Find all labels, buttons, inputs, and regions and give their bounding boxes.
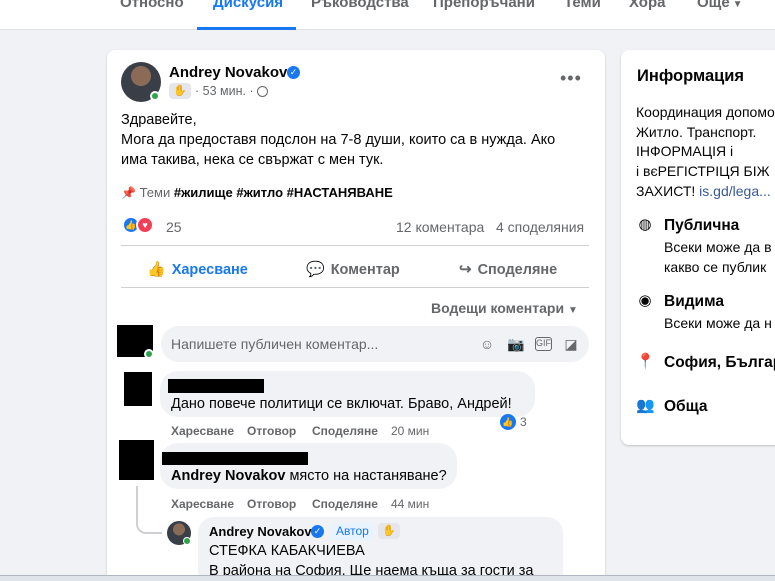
info-desc-end: ЗАХИСТ! <box>636 183 696 199</box>
comment-input-placeholder: Напишете публичен коментар... <box>171 336 379 352</box>
online-status-dot <box>144 349 154 359</box>
reply-mention[interactable]: СТЕФКА КАБАКЧИЕВА <box>209 543 365 559</box>
hand-badge-icon: ✋ <box>378 523 400 539</box>
visibility-desc-line: Всеки може да н <box>664 315 772 331</box>
comment-text-body: място на настаняване? <box>285 468 447 484</box>
thumbs-up-icon: 👍 <box>147 261 166 278</box>
group-tab-bar: Относно Дискусия Ръководства Препоръчани… <box>0 0 775 30</box>
comment-time[interactable]: 44 мин <box>391 497 429 511</box>
comment-like-link[interactable]: Харесване <box>171 424 234 438</box>
share-button-label: Споделяне <box>477 262 558 278</box>
online-status-dot <box>150 91 160 101</box>
comment-reaction-count[interactable]: 3 <box>520 415 527 429</box>
group-type-icon: 👥 <box>636 397 655 414</box>
privacy-title: Публична <box>664 217 740 234</box>
active-tab-indicator <box>197 27 296 30</box>
info-desc-line: і вєРЕГІСТРІЦЯ БІЖ <box>636 163 770 179</box>
visibility-title: Видима <box>664 293 724 310</box>
commenter-avatar-redacted[interactable] <box>124 372 152 406</box>
info-title: Информация <box>637 67 745 85</box>
divider <box>121 245 589 246</box>
topics-label: Теми <box>139 185 171 200</box>
hand-badge-icon: ✋ <box>169 83 191 99</box>
topic-tag[interactable]: #житло <box>236 185 283 200</box>
pin-icon: 📌 <box>121 186 136 200</box>
tab-guides[interactable]: Ръководства <box>311 0 409 11</box>
post-time[interactable]: 53 мин. <box>203 84 246 98</box>
privacy-desc-line: Всеки може да в <box>664 239 772 255</box>
tab-topics[interactable]: Теми <box>564 0 601 11</box>
like-button-label: Харесване <box>171 262 248 278</box>
love-reaction-icon: ♥ <box>136 216 154 234</box>
more-options-icon[interactable]: ••• <box>560 68 582 89</box>
comment-icon: 💬 <box>306 261 325 278</box>
post-meta: · 53 мин. · <box>195 84 254 98</box>
online-status-dot <box>183 537 191 545</box>
like-reaction-icon: 👍 <box>500 414 516 430</box>
globe-icon <box>257 86 268 97</box>
reaction-count[interactable]: 25 <box>166 219 182 235</box>
comment-sort-dropdown[interactable]: Водещи коментари ▼ <box>431 300 578 316</box>
comments-count[interactable]: 12 коментара <box>396 219 484 235</box>
emoji-icon[interactable]: ☺ <box>479 336 495 352</box>
comment-mention[interactable]: Andrey Novakov <box>171 468 285 484</box>
gif-icon[interactable]: GIF <box>535 337 552 351</box>
privacy-desc-line: какво се публик <box>664 259 767 275</box>
info-desc-line: Житло. Транспорт. <box>636 124 757 140</box>
tab-more[interactable]: Още ▼ <box>697 0 743 11</box>
tab-about[interactable]: Относно <box>120 0 184 11</box>
shares-count[interactable]: 4 споделяния <box>496 219 584 235</box>
tab-featured[interactable]: Препоръчани <box>433 0 535 11</box>
verified-badge-icon: ✓ <box>287 66 300 79</box>
globe-icon: ◍ <box>638 216 652 233</box>
location-pin-icon: 📍 <box>636 353 655 370</box>
post-text-line-2: Мога да предоставя подслон на 7-8 души, … <box>121 132 556 148</box>
comment-button-label: Коментар <box>330 262 400 278</box>
chevron-down-icon: ▼ <box>732 0 743 10</box>
camera-icon[interactable]: 📷 <box>507 336 524 352</box>
comment-share-link[interactable]: Споделяне <box>312 497 378 511</box>
info-desc-line: ЗАХИСТ! is.gd/lega... <box>636 183 771 199</box>
tab-people[interactable]: Хора <box>629 0 665 11</box>
divider <box>121 287 589 288</box>
comment-like-link[interactable]: Харесване <box>171 497 234 511</box>
comment-reply-link[interactable]: Отговор <box>247 424 296 438</box>
location-title[interactable]: София, Българ <box>664 354 775 372</box>
taskbar-edge <box>0 575 775 581</box>
comment-time[interactable]: 20 мин <box>391 424 429 438</box>
tab-discussion[interactable]: Дискусия <box>213 0 283 11</box>
commenter-name-redacted[interactable] <box>168 379 264 393</box>
reply-author-name[interactable]: Andrey Novakov <box>209 524 312 539</box>
post-text-line-3: има такива, нека се свържат с мен тук. <box>121 152 384 168</box>
caret-down-icon: ▼ <box>567 305 578 316</box>
comment-button[interactable]: 💬 Коментар <box>306 260 400 278</box>
share-icon: ↪ <box>459 261 472 278</box>
info-desc-line: ІНФОРМАЦІЯ і <box>636 143 734 159</box>
sort-label: Водещи коментари <box>431 300 565 316</box>
comment-text: Дано повече политици се включат. Браво, … <box>171 396 512 412</box>
post-text-line-1: Здравейте, <box>121 112 197 128</box>
verified-badge-icon: ✓ <box>311 525 324 538</box>
post-topics: 📌 Теми #жилище #житло #НАСТАНЯВАНЕ <box>121 185 393 200</box>
comment-share-link[interactable]: Споделяне <box>312 424 378 438</box>
commenter-avatar-redacted[interactable] <box>119 440 154 480</box>
sticker-icon[interactable]: ◪ <box>563 336 579 352</box>
reply-thread-line <box>136 486 162 534</box>
comment-reply-link[interactable]: Отговор <box>247 497 296 511</box>
commenter-name-redacted[interactable] <box>162 452 308 465</box>
post-author-name[interactable]: Andrey Novakov <box>169 64 287 81</box>
eye-icon: ◉ <box>638 292 652 309</box>
comment-text: Andrey Novakov място на настаняване? <box>171 468 447 484</box>
info-desc-line: Координация допомо <box>636 104 775 120</box>
share-button[interactable]: ↪ Споделяне <box>459 260 557 278</box>
author-badge: Автор <box>331 523 374 540</box>
group-type-title: Обща <box>664 398 708 415</box>
topic-tag[interactable]: #жилище <box>174 185 233 200</box>
like-button[interactable]: 👍 Харесване <box>147 260 248 278</box>
tab-more-label: Още <box>697 0 730 11</box>
info-link[interactable]: is.gd/lega... <box>699 183 771 199</box>
topic-tag[interactable]: #НАСТАНЯВАНЕ <box>287 185 393 200</box>
